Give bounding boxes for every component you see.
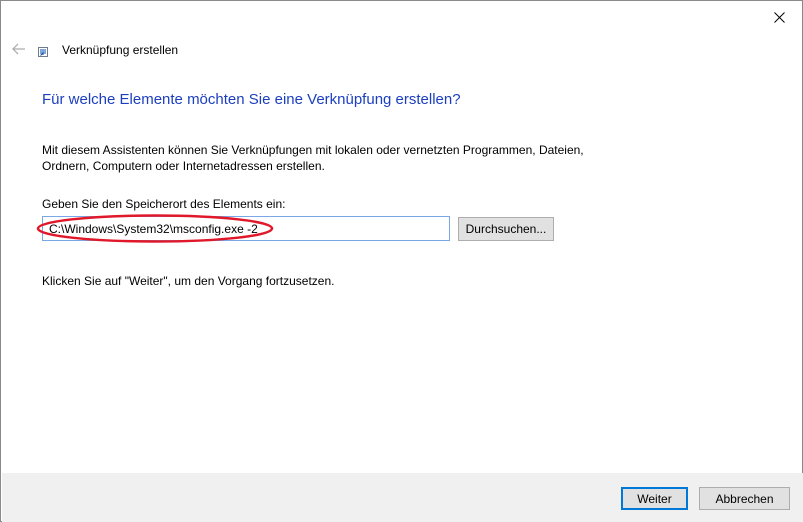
description-line-1: Mit diesem Assistenten können Sie Verknü… [42, 143, 584, 157]
close-icon [773, 11, 785, 23]
location-label: Geben Sie den Speicherort des Elements e… [42, 197, 286, 211]
description-line-2: Ordnern, Computern oder Internetadressen… [42, 159, 325, 173]
cancel-button[interactable]: Abbrechen [699, 487, 790, 510]
description-text: Mit diesem Assistenten können Sie Verknü… [42, 142, 642, 174]
window-title: Verknüpfung erstellen [62, 43, 179, 57]
continue-hint: Klicken Sie auf "Weiter", um den Vorgang… [42, 274, 335, 288]
location-input[interactable] [42, 216, 450, 241]
wizard-window: Verknüpfung erstellen Für welche Element… [0, 0, 803, 522]
browse-button[interactable]: Durchsuchen... [458, 217, 554, 241]
shortcut-icon [38, 47, 48, 57]
close-button[interactable] [757, 2, 801, 32]
back-arrow-icon [12, 43, 25, 55]
page-heading: Für welche Elemente möchten Sie eine Ver… [42, 91, 461, 108]
next-button[interactable]: Weiter [621, 487, 688, 510]
back-button[interactable] [9, 39, 29, 59]
